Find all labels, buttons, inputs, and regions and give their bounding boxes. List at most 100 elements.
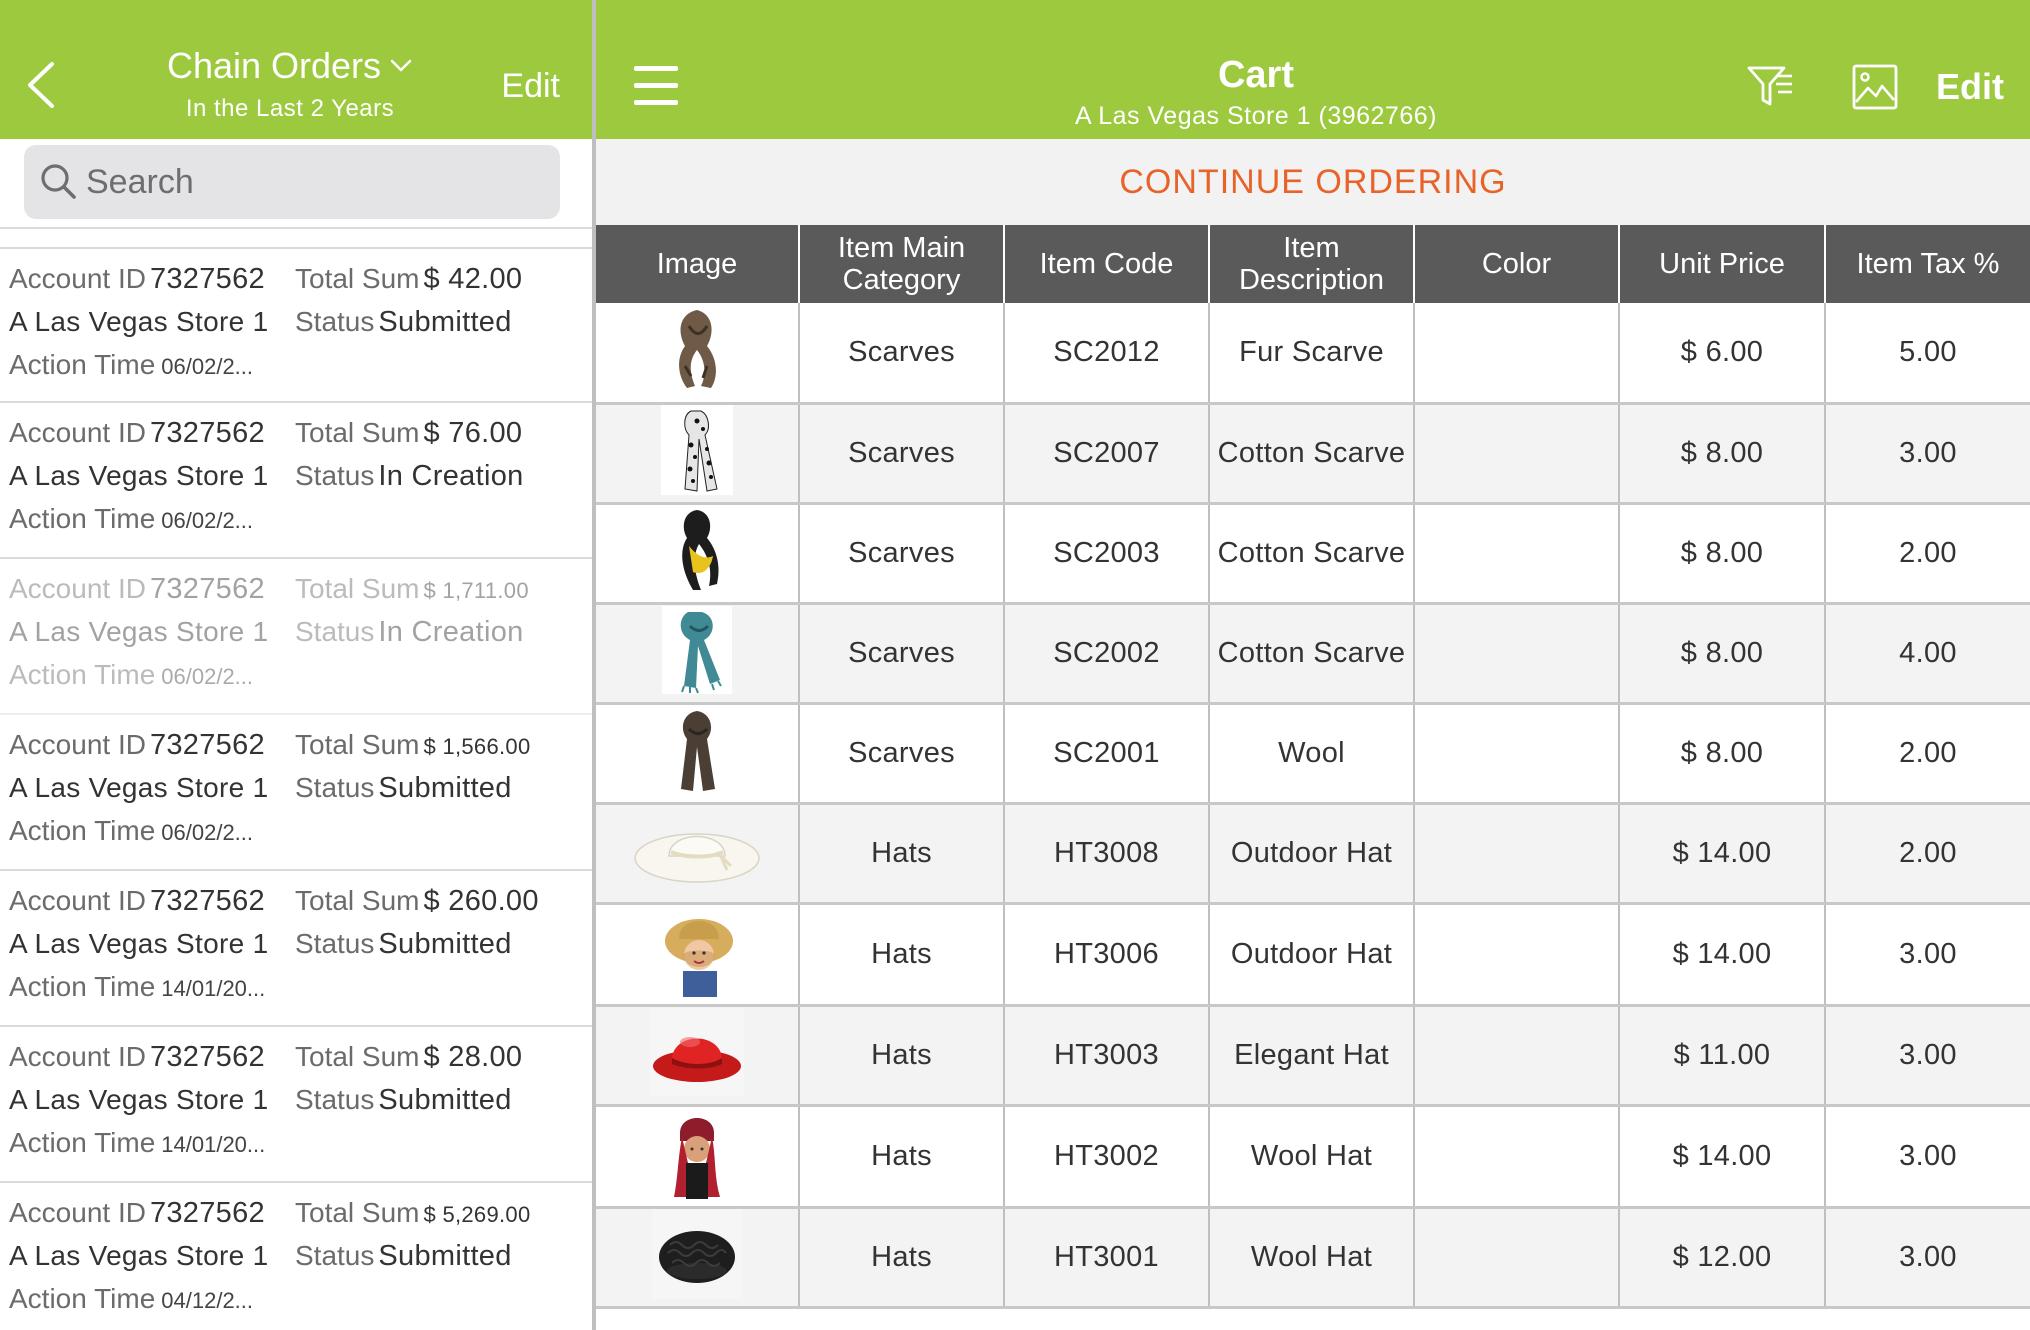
fur-scarf-image[interactable] (667, 306, 727, 399)
table-row[interactable]: Scarves SC2003 Cotton Scarve $ 8.00 2.00 (596, 503, 2030, 605)
orders-panel: Chain Orders In the Last 2 Years Edit Ac… (0, 0, 592, 1330)
account-id-value: 7327562 (149, 1041, 265, 1073)
description-cell: Cotton Scarve (1209, 603, 1415, 705)
store-name: A Las Vegas Store 1 (9, 928, 269, 959)
order-list-item[interactable]: Account ID 7327562 Total Sum $ 76.00 A Las V… (0, 403, 592, 559)
status-label: Status (295, 306, 375, 337)
table-row[interactable]: Hats HT3008 Outdoor Hat $ 14.00 2.00 (596, 803, 2030, 905)
unit-price-cell: $ 14.00 (1619, 803, 1826, 905)
account-id-label: Account ID (9, 1197, 146, 1228)
table-row[interactable]: Scarves SC2002 Cotton Scarve $ 8.00 4.00 (596, 603, 2030, 705)
column-header-image[interactable]: Image (596, 225, 800, 303)
orders-subtitle: In the Last 2 Years (185, 95, 395, 122)
account-id-value: 7327562 (149, 263, 265, 295)
table-row[interactable]: Scarves SC2007 Cotton Scarve $ 8.00 3.00 (596, 403, 2030, 505)
color-cell (1414, 603, 1620, 705)
table-row[interactable]: Hats HT3001 Wool Hat $ 12.00 3.00 (596, 1207, 2030, 1309)
column-header-color[interactable]: Color (1414, 225, 1620, 303)
status-value: In Creation (378, 460, 524, 492)
black-knit-beret-image[interactable] (652, 1208, 742, 1306)
orders-title: Chain Orders (166, 45, 382, 86)
account-id-label: Account ID (9, 573, 146, 604)
yellow-scarf-image[interactable] (669, 506, 725, 601)
category-cell: Scarves (799, 303, 1005, 405)
order-list-item[interactable]: Account ID 7327562 Total Sum $ 260.00 A Las … (0, 871, 592, 1027)
status-value: Submitted (378, 306, 512, 338)
table-row[interactable]: Hats HT3006 Outdoor Hat $ 14.00 3.00 (596, 903, 2030, 1007)
image-cell (596, 703, 800, 805)
orders-title-block[interactable]: Chain Orders In the Last 2 Years (120, 44, 460, 124)
search-box[interactable] (24, 145, 560, 219)
cart-panel: Cart A Las Vegas Store 1 (3962766) Edit … (596, 0, 2030, 1330)
image-cell (596, 1105, 800, 1209)
color-cell (1414, 903, 1620, 1007)
category-cell: Hats (799, 1005, 1005, 1107)
table-row[interactable]: Scarves SC2001 Wool $ 8.00 2.00 (596, 703, 2030, 805)
chevron-down-icon (390, 59, 412, 72)
order-list-item[interactable]: Account ID 7327562 Total Sum $ 28.00 A Las V… (0, 1027, 592, 1183)
description-cell: Cotton Scarve (1209, 403, 1415, 505)
item-tax-cell: 3.00 (1825, 1105, 2030, 1209)
red-wool-hat-woman-image[interactable] (664, 1106, 730, 1206)
back-chevron-icon[interactable] (22, 58, 58, 112)
column-header-item-description[interactable]: Item Description (1209, 225, 1415, 303)
unit-price-cell: $ 14.00 (1619, 1105, 1826, 1209)
description-cell: Outdoor Hat (1209, 903, 1415, 1007)
red-bowler-hat-image[interactable] (650, 1007, 744, 1103)
order-list-item[interactable]: Account ID 7327562 Total Sum $ 1,711.00 A La… (0, 559, 592, 715)
total-sum-label: Total Sum (295, 417, 420, 448)
leopard-scarf-image[interactable] (661, 404, 733, 502)
item-code-cell: SC2007 (1004, 403, 1210, 505)
account-id-value: 7327562 (149, 573, 265, 605)
total-sum-label: Total Sum (295, 573, 420, 604)
order-list-item[interactable]: Account ID 7327562 Total Sum $ 1,566.00 A La… (0, 715, 592, 871)
image-cell (596, 1005, 800, 1107)
image-icon[interactable] (1852, 64, 1898, 110)
status-label: Status (295, 928, 375, 959)
cart-title-block: Cart A Las Vegas Store 1 (3962766) (996, 52, 1516, 132)
item-code-cell: HT3003 (1004, 1005, 1210, 1107)
unit-price-cell: $ 11.00 (1619, 1005, 1826, 1107)
column-header-item-code[interactable]: Item Code (1004, 225, 1210, 303)
column-header-item-tax[interactable]: Item Tax % (1825, 225, 2030, 303)
white-sun-hat-image[interactable] (629, 805, 765, 901)
total-sum-label: Total Sum (295, 1197, 420, 1228)
image-cell (596, 603, 800, 705)
total-sum-value: $ 42.00 (423, 263, 523, 295)
table-row[interactable]: Hats HT3002 Wool Hat $ 14.00 3.00 (596, 1105, 2030, 1209)
order-list-item[interactable]: Account ID 7327562 Total Sum $ 5,269.00 A La… (0, 1183, 592, 1330)
item-tax-cell: 2.00 (1825, 803, 2030, 905)
total-sum-label: Total Sum (295, 263, 420, 294)
item-code-cell: SC2003 (1004, 503, 1210, 605)
brown-wool-scarf-image[interactable] (667, 707, 727, 800)
unit-price-cell: $ 8.00 (1619, 703, 1826, 805)
color-cell (1414, 1005, 1620, 1107)
order-list-item[interactable]: Account ID 7327562 Total Sum $ 42.00 A Las V… (0, 247, 592, 403)
teal-scarf-image[interactable] (662, 605, 732, 701)
description-cell: Wool Hat (1209, 1105, 1415, 1209)
table-row[interactable]: Scarves SC2012 Fur Scarve $ 6.00 5.00 (596, 303, 2030, 405)
column-header-item-main-category[interactable]: Item Main Category (799, 225, 1005, 303)
search-input[interactable] (86, 157, 546, 207)
status-value: Submitted (378, 928, 512, 960)
status-label: Status (295, 1084, 375, 1115)
description-cell: Cotton Scarve (1209, 503, 1415, 605)
cart-edit-button[interactable]: Edit (1936, 66, 2004, 108)
straw-hat-girl-image[interactable] (659, 905, 735, 1004)
item-tax-cell: 5.00 (1825, 303, 2030, 405)
table-body: Scarves SC2012 Fur Scarve $ 6.00 5.00 Scarves… (596, 303, 2030, 1309)
search-icon (41, 164, 76, 199)
item-tax-cell: 3.00 (1825, 1005, 2030, 1107)
image-cell (596, 1207, 800, 1309)
color-cell (1414, 303, 1620, 405)
continue-ordering-button[interactable]: CONTINUE ORDERING (596, 139, 2030, 225)
column-header-unit-price[interactable]: Unit Price (1619, 225, 1826, 303)
filter-icon[interactable] (1746, 62, 1796, 112)
table-row[interactable]: Hats HT3003 Elegant Hat $ 11.00 3.00 (596, 1005, 2030, 1107)
store-name: A Las Vegas Store 1 (9, 460, 269, 491)
action-time-value: 14/01/20... (161, 976, 266, 1001)
action-time-label: Action Time (9, 349, 156, 380)
orders-edit-button[interactable]: Edit (501, 66, 560, 106)
menu-icon[interactable] (634, 64, 678, 108)
total-sum-value: $ 76.00 (423, 417, 523, 449)
